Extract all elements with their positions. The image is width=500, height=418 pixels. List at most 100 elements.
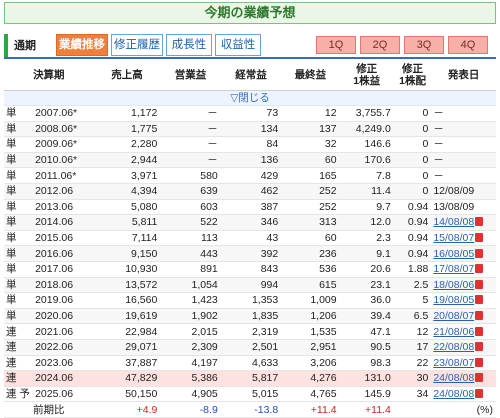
pdf-icon[interactable]	[475, 279, 484, 289]
cell-eps-text: 145.9	[364, 387, 391, 400]
cell-op: 4,197	[160, 355, 221, 372]
tab-performance[interactable]: 業績推移	[56, 34, 108, 56]
cell-kind: 単	[4, 167, 32, 184]
pdf-icon[interactable]	[475, 373, 484, 383]
cell-date-text[interactable]: 16/08/05	[433, 248, 474, 260]
cell-date[interactable]: 18/08/06	[431, 277, 496, 294]
cell-net: 1,009	[281, 292, 340, 309]
cell-op-text: －	[207, 122, 218, 135]
cell-date[interactable]: 22/08/08	[431, 339, 496, 356]
pdf-icon[interactable]	[475, 233, 484, 243]
cell-div-text: 5	[422, 294, 429, 307]
cell-eps-text: 7.8	[376, 169, 391, 182]
cell-net-text: 3,206	[310, 356, 337, 369]
cell-ord-text: 5,015	[251, 387, 279, 400]
cell-date[interactable]: 24/08/08	[431, 386, 496, 403]
cell-date[interactable]: 20/08/07	[431, 308, 496, 325]
cell-eps-text: 2.3	[376, 232, 391, 245]
cell-net: 137	[281, 121, 340, 138]
cell-fy: 2015.06	[31, 230, 94, 247]
pdf-icon[interactable]	[475, 264, 484, 274]
cell-net: 3,206	[281, 355, 340, 372]
cell-ord-text: 462	[260, 185, 279, 198]
cell-eps-text: 9.1	[376, 247, 391, 260]
cell-date-text[interactable]: 18/08/06	[433, 279, 474, 291]
yoy-net-profit: +11.4	[281, 401, 340, 418]
cell-op-text: 891	[200, 263, 218, 276]
cell-date-text[interactable]: 21/08/06	[433, 326, 474, 338]
cell-op: 2,309	[160, 339, 221, 356]
cell-net: 252	[281, 199, 340, 216]
pdf-icon[interactable]	[475, 311, 484, 321]
collapse-toggle-row[interactable]: ▽閉じる	[4, 90, 496, 106]
collapse-toggle[interactable]: ▽閉じる	[4, 90, 496, 106]
cell-net-text: 536	[319, 263, 337, 276]
cell-eps-text: 3,755.7	[355, 107, 391, 120]
cell-date[interactable]: 19/08/05	[431, 292, 496, 309]
cell-date-text[interactable]: 14/08/08	[433, 216, 474, 228]
cell-date[interactable]: 21/08/06	[431, 323, 496, 340]
table-row: 単 2008.06* 1,775 － 134 137 4,249.0 0 －	[4, 121, 496, 138]
cell-div: 0	[393, 121, 432, 138]
pdf-icon[interactable]	[475, 295, 484, 305]
pdf-icon[interactable]	[475, 357, 484, 367]
cell-date-text[interactable]: 22/08/08	[433, 341, 474, 353]
cell-div-text: 2.5	[413, 278, 429, 291]
quarter-tab-4q[interactable]: 4Q	[448, 36, 488, 54]
pdf-icon[interactable]	[475, 326, 484, 336]
pdf-icon[interactable]	[475, 248, 484, 258]
quarter-tab-1q[interactable]: 1Q	[316, 36, 356, 54]
cell-sales-text: 19,619	[125, 310, 158, 323]
cell-eps: 20.6	[339, 261, 394, 278]
cell-date[interactable]: 24/08/08	[431, 370, 496, 387]
tab-growth[interactable]: 成長性	[166, 34, 212, 56]
quarter-tab-3q[interactable]: 3Q	[404, 36, 444, 54]
tab-revision-history[interactable]: 修正履歴	[111, 34, 163, 56]
cell-date-text[interactable]: 19/08/05	[433, 294, 474, 306]
pdf-icon[interactable]	[475, 217, 484, 227]
cell-date-text: －	[433, 122, 444, 135]
cell-kind-text: 単	[6, 294, 17, 307]
pdf-icon[interactable]	[475, 342, 484, 352]
cell-date-text[interactable]: 17/08/07	[433, 263, 474, 275]
cell-net: 313	[281, 214, 340, 231]
table-row: 単 2019.06 16,560 1,423 1,353 1,009 36.0 5 19/08/…	[4, 292, 496, 309]
cell-date[interactable]: 15/08/07	[431, 230, 496, 247]
cell-kind: 単	[4, 121, 32, 138]
cell-op-text: 4,197	[191, 356, 218, 369]
cell-net-text: 1,535	[310, 325, 337, 338]
table-row: 単 2017.06 10,930 891 843 536 20.6 1.88 17/08/07	[4, 261, 496, 278]
cell-ord: 73	[220, 105, 282, 122]
cell-ord-text: 2,501	[251, 341, 279, 354]
cell-fy: 2007.06*	[31, 105, 94, 122]
cell-net-text: 60	[324, 232, 337, 245]
panel-title: 今期の業績予想	[4, 2, 496, 24]
col-header-dividend: 修正 1株配	[393, 60, 432, 91]
pdf-icon[interactable]	[475, 388, 484, 398]
cell-date-text[interactable]: 24/08/08	[433, 372, 474, 384]
tab-profitability[interactable]: 収益性	[215, 34, 261, 56]
cell-sales-text: 13,572	[125, 278, 158, 291]
cell-ord: 392	[220, 245, 282, 262]
cell-date-text[interactable]: 23/08/07	[433, 357, 474, 369]
cell-date-text[interactable]: 20/08/07	[433, 310, 474, 322]
table-row: 連 2023.06 37,887 4,197 4,633 3,206 98.3 22 23/08…	[4, 355, 496, 372]
cell-kind-text: 単	[6, 138, 17, 151]
cell-date[interactable]: 14/08/08	[431, 214, 496, 231]
cell-date[interactable]: 17/08/07	[431, 261, 496, 278]
cell-date-text[interactable]: 24/08/08	[433, 388, 474, 400]
cell-date[interactable]: 23/08/07	[431, 355, 496, 372]
cell-date[interactable]: 16/08/05	[431, 245, 496, 262]
cell-kind: 連 予	[4, 386, 32, 403]
cell-sales-text: 3,971	[131, 169, 158, 182]
cell-kind-text: 連	[6, 341, 17, 354]
cell-op-text: －	[207, 154, 218, 167]
cell-sales-text: 10,930	[125, 263, 158, 276]
cell-date-text[interactable]: 15/08/07	[433, 232, 474, 244]
cell-eps-text: 36.0	[370, 294, 391, 307]
cell-fy-text: 2022.06	[35, 341, 74, 354]
cell-eps-text: 170.6	[364, 154, 391, 167]
cell-kind: 単	[4, 214, 32, 231]
quarter-tab-2q[interactable]: 2Q	[360, 36, 400, 54]
cell-op-text: 5,386	[191, 372, 218, 385]
